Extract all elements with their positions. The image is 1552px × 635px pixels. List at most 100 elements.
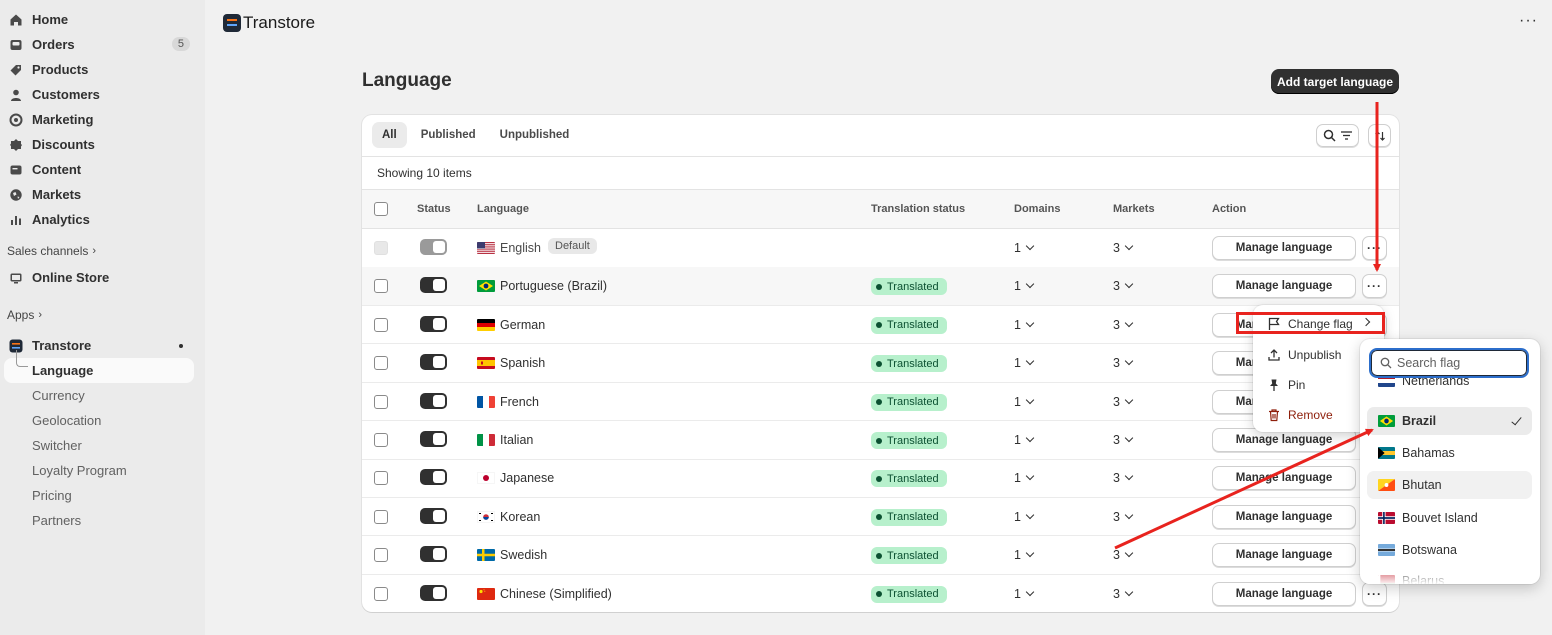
domains-dropdown[interactable]: 1 [1014, 548, 1035, 562]
publish-toggle [420, 239, 447, 255]
sidebar-item-currency[interactable]: Currency [0, 383, 205, 408]
markets-dropdown[interactable]: 3 [1113, 395, 1134, 409]
table-row[interactable]: SwedishTranslated13Manage language··· [362, 536, 1399, 575]
row-more-actions-button[interactable]: ··· [1362, 581, 1387, 606]
search-filter-button[interactable] [1316, 124, 1359, 147]
nav-products[interactable]: Products [0, 57, 205, 82]
row-more-actions-button[interactable]: ··· [1362, 274, 1387, 299]
table-row[interactable]: Portuguese (Brazil) Translated 1 3 Manage la… [362, 267, 1399, 306]
markets-dropdown[interactable]: 3 [1113, 356, 1134, 370]
nav-home-label: Home [32, 12, 69, 27]
domains-dropdown[interactable]: 1 [1014, 318, 1035, 332]
manage-language-button[interactable]: Manage language [1212, 543, 1356, 568]
nav-transtore[interactable]: Transtore [0, 333, 205, 358]
flag-option-netherlands[interactable]: Netherlands [1367, 377, 1532, 395]
row-more-actions-button[interactable]: ··· [1362, 236, 1387, 260]
nav-content[interactable]: Content [0, 157, 205, 182]
row-checkbox[interactable] [374, 548, 388, 563]
publish-toggle[interactable] [420, 315, 447, 332]
nav-discounts[interactable]: Discounts [0, 132, 205, 157]
more-options-icon[interactable]: ··· [1519, 12, 1538, 30]
domains-dropdown[interactable]: 1 [1014, 279, 1035, 293]
flag-option-bouvet-island[interactable]: Bouvet Island [1367, 504, 1532, 532]
publish-toggle[interactable] [420, 469, 447, 486]
publish-toggle[interactable] [420, 354, 447, 371]
table-row[interactable]: FrenchTranslated13Manage language··· [362, 383, 1399, 422]
markets-count: 3 [1113, 433, 1120, 447]
nav-customers[interactable]: Customers [0, 82, 205, 107]
table-row[interactable]: ItalianTranslated13Manage language··· [362, 421, 1399, 460]
markets-dropdown[interactable]: 3 [1113, 433, 1134, 447]
publish-toggle[interactable] [420, 392, 447, 409]
publish-toggle[interactable] [420, 431, 447, 447]
nav-orders[interactable]: Orders 5 [0, 32, 205, 57]
domains-dropdown[interactable]: 1 [1014, 395, 1035, 409]
manage-language-button[interactable]: Manage language [1212, 581, 1356, 606]
sidebar-item-language[interactable]: Language [4, 350, 194, 383]
row-checkbox[interactable] [374, 279, 388, 294]
row-checkbox[interactable] [374, 433, 388, 447]
flag-option-bhutan[interactable]: Bhutan [1367, 471, 1532, 499]
domains-dropdown[interactable]: 1 [1014, 510, 1035, 524]
publish-toggle[interactable] [420, 584, 447, 601]
markets-dropdown[interactable]: 3 [1113, 471, 1134, 485]
sidebar-item-partners[interactable]: Partners [0, 508, 205, 533]
domains-dropdown[interactable]: 1 [1014, 587, 1035, 601]
pin-icon [1267, 378, 1281, 392]
row-checkbox[interactable] [374, 509, 388, 524]
sidebar-item-geolocation[interactable]: Geolocation [0, 408, 205, 433]
domains-dropdown[interactable]: 1 [1014, 433, 1035, 447]
markets-dropdown[interactable]: 3 [1113, 318, 1134, 332]
flag-option-brazil[interactable]: Brazil [1367, 407, 1532, 435]
domains-dropdown[interactable]: 1 [1014, 241, 1035, 255]
manage-language-button[interactable]: Manage language [1212, 236, 1356, 260]
nav-home[interactable]: Home [0, 7, 205, 32]
table-row[interactable]: Chinese (Simplified) Translated 1 3 Manage l… [362, 575, 1399, 612]
tab-unpublished[interactable]: Unpublished [490, 122, 580, 148]
apps-heading[interactable]: Apps › [0, 305, 205, 325]
nav-markets-label: Markets [32, 187, 82, 202]
tab-all[interactable]: All [372, 122, 407, 148]
manage-language-button[interactable]: Manage language [1212, 274, 1356, 299]
table-row[interactable]: JapaneseTranslated13Manage language··· [362, 459, 1399, 498]
sidebar-item-loyalty-program[interactable]: Loyalty Program [0, 458, 205, 483]
markets-dropdown[interactable]: 3 [1113, 548, 1134, 562]
markets-dropdown[interactable]: 3 [1113, 587, 1134, 601]
select-all-checkbox[interactable] [374, 202, 388, 216]
sort-button[interactable] [1368, 124, 1391, 147]
table-row[interactable]: English Default 1 3 Manage language ··· [362, 229, 1399, 268]
flag-search-field[interactable] [1369, 348, 1529, 378]
markets-dropdown[interactable]: 3 [1113, 510, 1134, 524]
orders-count-badge: 5 [171, 37, 190, 51]
row-checkbox[interactable] [374, 586, 388, 601]
nav-analytics[interactable]: Analytics [0, 207, 205, 232]
markets-dropdown[interactable]: 3 [1113, 279, 1134, 293]
nav-online-store[interactable]: Online Store [0, 265, 205, 290]
domains-dropdown[interactable]: 1 [1014, 471, 1035, 485]
nav-markets[interactable]: Markets [0, 182, 205, 207]
tab-published[interactable]: Published [411, 122, 486, 148]
domains-dropdown[interactable]: 1 [1014, 356, 1035, 370]
add-target-language-button[interactable]: Add target language [1271, 69, 1399, 94]
sales-channels-heading[interactable]: Sales channels › [0, 241, 205, 261]
row-checkbox[interactable] [374, 317, 388, 332]
flag-option-botswana[interactable]: Botswana [1367, 536, 1532, 564]
manage-language-button[interactable]: Manage language [1212, 466, 1356, 491]
manage-language-button[interactable]: Manage language [1212, 504, 1356, 529]
row-checkbox[interactable] [374, 471, 388, 486]
publish-toggle[interactable] [420, 277, 447, 294]
markets-dropdown[interactable]: 3 [1113, 241, 1134, 255]
sidebar-item-pricing[interactable]: Pricing [0, 483, 205, 508]
flag-search-input[interactable] [1397, 356, 1517, 370]
flag-option-bahamas[interactable]: Bahamas [1367, 439, 1532, 467]
publish-toggle[interactable] [420, 507, 447, 524]
flag-option-list[interactable]: Netherlands Brazil Bahamas Bhutan Bouvet Isl… [1360, 377, 1540, 584]
row-checkbox[interactable] [374, 394, 388, 409]
table-row[interactable]: KoreanTranslated13Manage language··· [362, 498, 1399, 537]
sidebar-item-switcher[interactable]: Switcher [0, 433, 205, 458]
publish-toggle[interactable] [420, 546, 447, 563]
language-name: Spanish [500, 356, 546, 371]
nav-marketing[interactable]: Marketing [0, 107, 205, 132]
row-checkbox[interactable] [374, 356, 388, 371]
table-row[interactable]: SpanishTranslated13Manage language··· [362, 344, 1399, 383]
